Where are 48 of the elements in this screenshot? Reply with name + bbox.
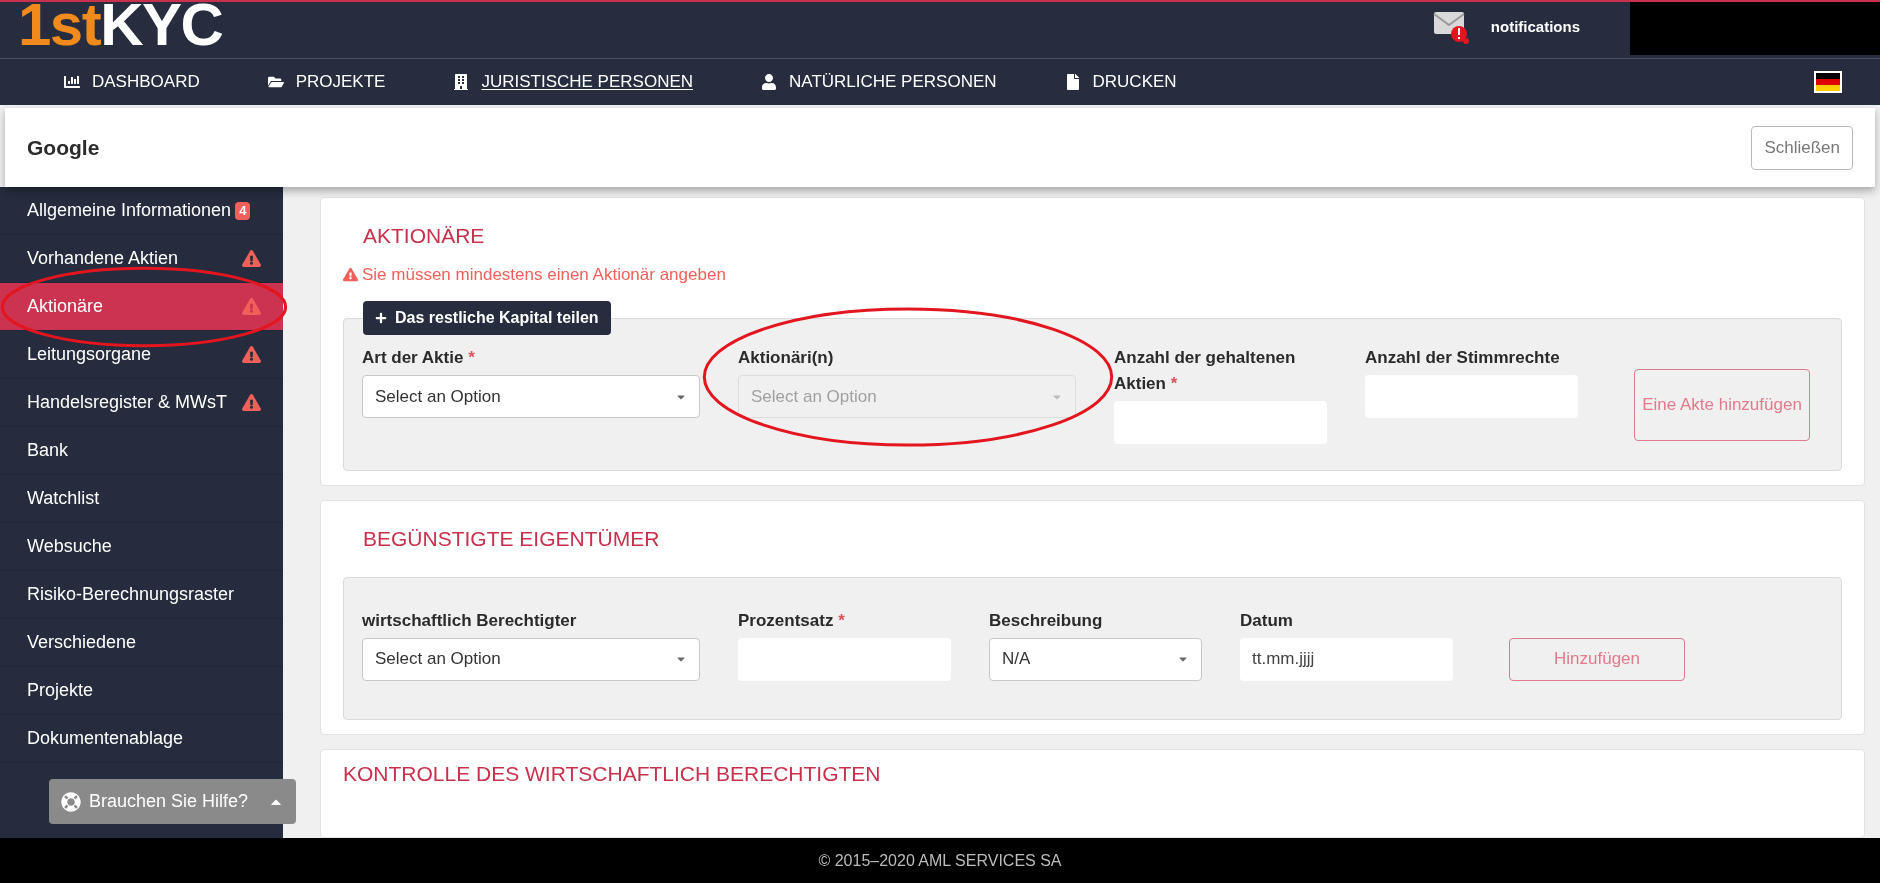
building-icon (453, 74, 470, 90)
sidebar-item[interactable]: Allgemeine Informationen 4 (0, 187, 283, 235)
sidebar-item[interactable]: Bank (0, 427, 283, 475)
sidebar-item[interactable]: Leitungsorgane (0, 331, 283, 379)
field-label: Beschreibung (989, 609, 1104, 632)
field-label: Anzahl der gehaltenen Aktien * (1114, 347, 1297, 395)
plus-icon (375, 312, 387, 324)
lifebuoy-icon (61, 791, 81, 812)
count-badge: 4 (235, 201, 251, 220)
close-button[interactable]: Schließen (1751, 125, 1853, 170)
select-field[interactable]: Select an Option (362, 375, 700, 418)
logo: 1stKYC (18, 0, 223, 60)
split-capital-button[interactable]: Das restliche Kapital teilen (363, 301, 611, 335)
sidebar-item[interactable]: Watchlist (0, 475, 283, 523)
section-title: AKTIONÄRE (362, 223, 486, 249)
warning-icon (343, 266, 358, 282)
nav-link[interactable]: DRUCKEN (1064, 69, 1177, 95)
sidebar-item[interactable]: Projekte (0, 667, 283, 715)
field-label: Anzahl der Stimmrechte (1365, 347, 1561, 369)
nav-link[interactable]: DASHBOARD (64, 69, 200, 95)
sidebar-item[interactable]: Verschiedene (0, 619, 283, 667)
select-field[interactable]: Select an Option (362, 637, 700, 681)
nav-link[interactable]: JURISTISCHE PERSONEN (453, 69, 694, 95)
input-field[interactable]: tt.mm.jjjj (1240, 637, 1453, 681)
sidebar-item[interactable]: Risiko-Berechnungsraster (0, 571, 283, 619)
sidebar-item[interactable]: Websuche (0, 523, 283, 571)
sidebar-item[interactable]: Handelsregister & MWsT (0, 379, 283, 427)
bar-chart-icon (64, 74, 80, 90)
section-title: KONTROLLE DES WIRTSCHAFTLICH BERECHTIGTEN (343, 760, 882, 787)
file-icon (1064, 74, 1081, 90)
field-label: Art der Aktie * (362, 347, 476, 369)
modal-title: Google (27, 134, 100, 161)
notifications-link[interactable]: notifications (1490, 15, 1580, 39)
error-message: Sie müssen mindestens einen Aktionär angeben (362, 263, 726, 286)
field-label: Datum (1240, 609, 1294, 632)
select-field[interactable]: N/A (989, 637, 1202, 681)
copyright-text: © 2015–2020 AML SERVICES SA (818, 850, 1062, 871)
field-label: Aktionäri(n) (738, 347, 835, 369)
sidebar-item[interactable]: Aktionäre (0, 283, 283, 331)
field-label: Prozentsatz * (738, 609, 846, 632)
folder-icon (267, 74, 284, 90)
german-flag-icon[interactable] (1814, 71, 1842, 93)
nav-link[interactable]: NATÜRLICHE PERSONEN (761, 69, 997, 95)
nav-link[interactable]: PROJEKTE (267, 69, 386, 95)
sidebar-item[interactable]: Dokumentenablage (0, 715, 283, 763)
field-label: wirtschaftlich Berechtigter (362, 609, 578, 632)
user-icon (761, 74, 778, 90)
section-title: BEGÜNSTIGTE EIGENTÜMER (362, 526, 661, 552)
